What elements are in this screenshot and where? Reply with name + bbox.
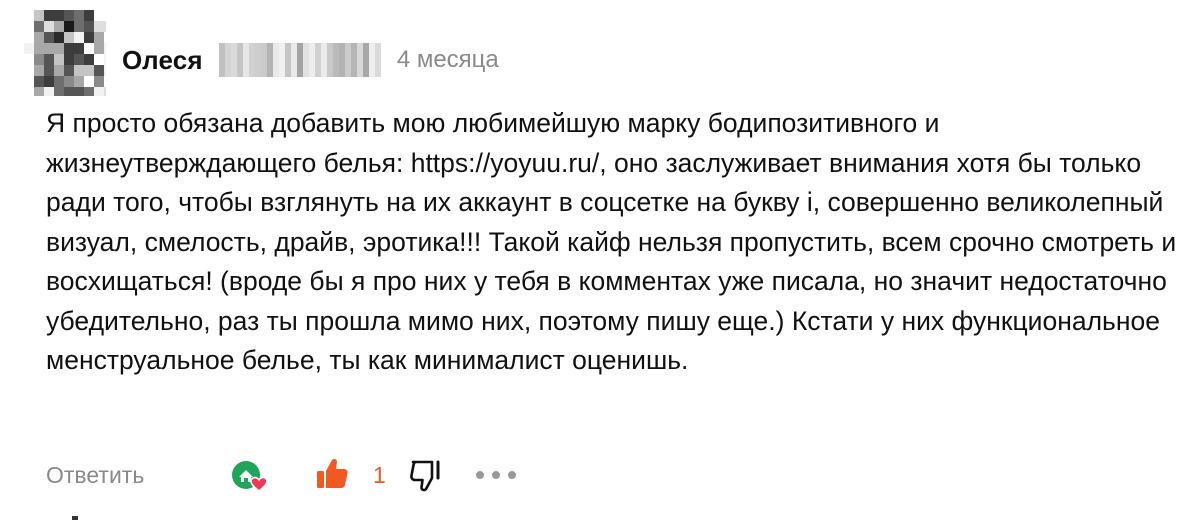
comment-card: Олеся 4 месяца Я просто обязана добавить… [0, 0, 1200, 521]
blurred-author-handle [218, 43, 381, 77]
more-dots-icon[interactable] [476, 460, 516, 490]
comment-actions: Ответить 1 [46, 452, 1146, 498]
comment-timestamp: 4 месяца [396, 46, 499, 73]
comment-text: Я просто обязана добавить мою любимейшую… [46, 108, 1177, 375]
author-name[interactable]: Олеся [122, 45, 203, 76]
like-count: 1 [373, 462, 386, 488]
next-comment-edge [72, 516, 78, 520]
thumbs-up-icon[interactable] [314, 456, 350, 492]
green-house-heart-icon[interactable] [230, 458, 270, 494]
reply-button[interactable]: Ответить [46, 462, 144, 489]
comment-header: Олеся 4 месяца [122, 38, 499, 82]
avatar[interactable] [24, 10, 106, 96]
thumbs-down-icon[interactable] [408, 458, 444, 494]
